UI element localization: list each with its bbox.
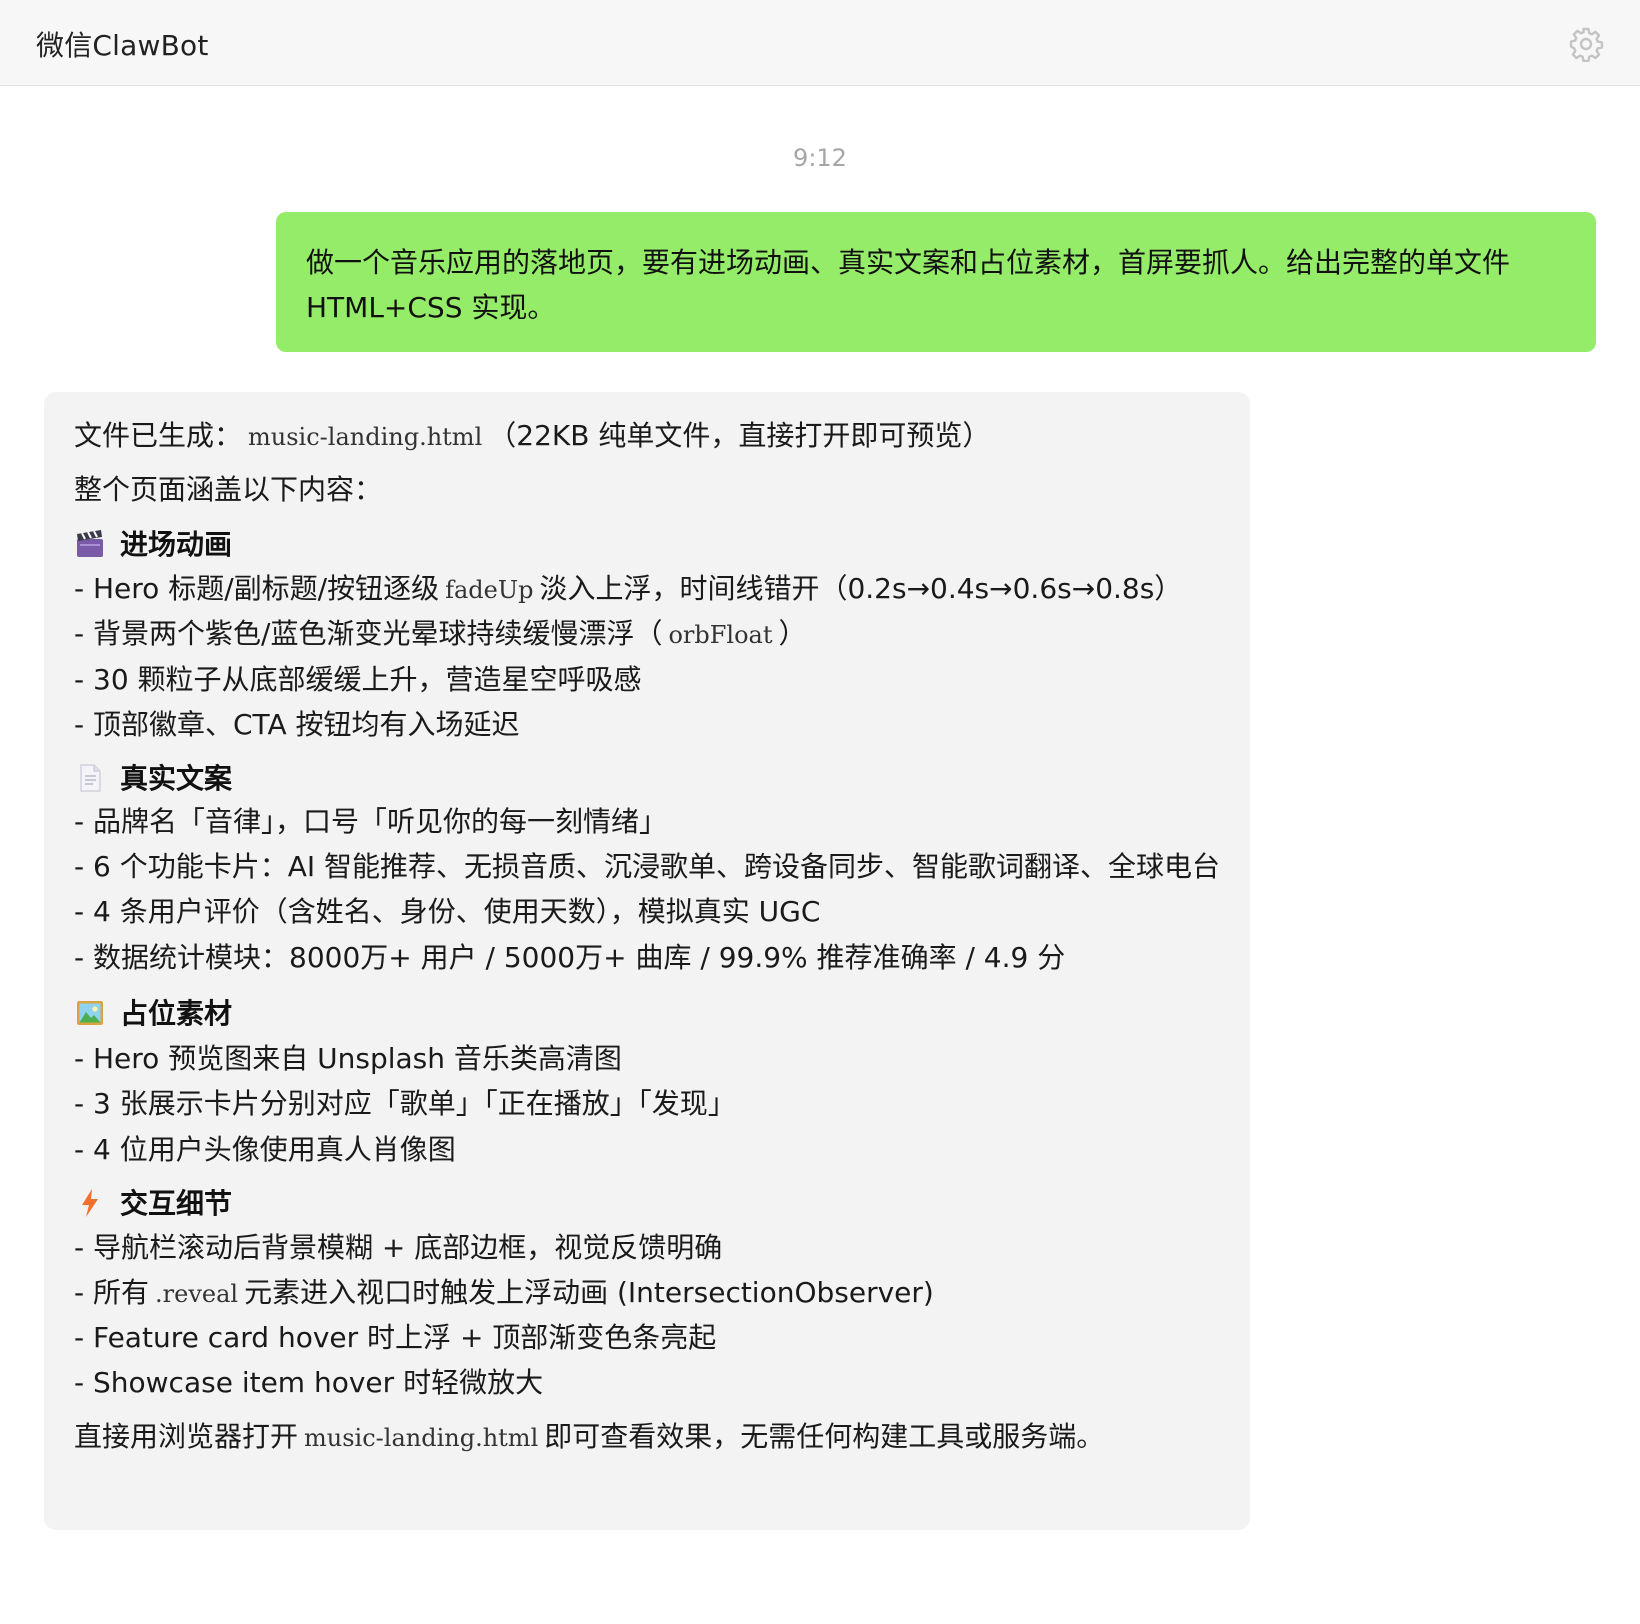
inline-code: fadeUp [445, 576, 534, 604]
user-message-line: 做一个音乐应用的落地页，要有进场动画、真实文案和占位素材，首屏要抓人。给出完整的… [306, 246, 1511, 279]
list-item: - Hero 标题/副标题/按钮逐级 fadeUp 淡入上浮，时间线错开（0.2s→… [74, 569, 1182, 610]
intro-text: （22KB 纯单文件，直接打开即可预览） [488, 419, 991, 452]
item-text: - 所有 [74, 1276, 150, 1309]
list-item: - Hero 预览图来自 Unsplash 音乐类高清图 [74, 1042, 622, 1075]
gear-icon[interactable] [1568, 26, 1604, 62]
user-message-bubble[interactable]: 做一个音乐应用的落地页，要有进场动画、真实文案和占位素材，首屏要抓人。给出完整的… [276, 212, 1596, 352]
list-item: - 6 个功能卡片：AI 智能推荐、无损音质、沉浸歌单、跨设备同步、智能歌词翻译… [74, 850, 1221, 883]
list-item: - 4 位用户头像使用真人肖像图 [74, 1133, 456, 1166]
closing-text: 直接用浏览器打开 [74, 1420, 299, 1453]
filename-code: music-landing.html [304, 1424, 539, 1452]
section-title: 交互细节 [120, 1187, 233, 1220]
list-item: - Showcase item hover 时轻微放大 [74, 1366, 544, 1399]
list-item: - 品牌名「音律」，口号「听见你的每一刻情绪」 [74, 805, 668, 838]
list-item: - 所有 .reveal 元素进入视口时触发上浮动画 (IntersectionOb… [74, 1273, 934, 1314]
list-item: - 30 颗粒子从底部缓缓上升，营造星空呼吸感 [74, 663, 642, 696]
item-text: ） [778, 617, 807, 650]
section-heading: 真实文案 [74, 759, 232, 799]
timestamp: 9:12 [793, 144, 847, 172]
inline-code: orbFloat [668, 621, 773, 649]
inline-code: .reveal [155, 1280, 239, 1308]
filename-code: music-landing.html [248, 423, 483, 451]
intro-text: 文件已生成： [74, 419, 243, 452]
section-title: 占位素材 [120, 997, 233, 1030]
list-item: - 导航栏滚动后背景模糊 + 底部边框，视觉反馈明确 [74, 1231, 723, 1264]
section-title: 进场动画 [120, 528, 233, 561]
list-item: - Feature card hover 时上浮 + 顶部渐变色条亮起 [74, 1321, 717, 1354]
item-text: 淡入上浮，时间线错开（0.2s→0.4s→0.6s→0.8s） [539, 572, 1183, 605]
section-heading: 占位素材 [74, 994, 232, 1034]
list-item: - 背景两个紫色/蓝色渐变光晕球持续缓慢漂浮（ orbFloat） [74, 614, 806, 655]
closing-line: 直接用浏览器打开 music-landing.html 即可查看效果，无需任何构建工… [74, 1417, 1104, 1458]
clapperboard-icon [77, 530, 103, 557]
item-text: - Hero 标题/副标题/按钮逐级 [74, 572, 440, 605]
picture-icon [77, 1001, 103, 1025]
top-bar: 微信ClawBot [0, 0, 1640, 86]
lightning-icon [82, 1189, 98, 1217]
section-heading: 交互细节 [74, 1184, 232, 1224]
closing-text: 即可查看效果，无需任何构建工具或服务端。 [544, 1420, 1105, 1453]
section-title: 真实文案 [120, 762, 233, 795]
list-item: - 3 张展示卡片分别对应「歌单」「正在播放」「发现」 [74, 1087, 736, 1120]
item-text: - 背景两个紫色/蓝色渐变光晕球持续缓慢漂浮（ [74, 617, 663, 650]
list-item: - 顶部徽章、CTA 按钮均有入场延迟 [74, 708, 520, 741]
bot-message-bubble[interactable]: 文件已生成： music-landing.html （22KB 纯单文件，直接打开即… [44, 392, 1250, 1530]
list-item: - 4 条用户评价（含姓名、身份、使用天数），模拟真实 UGC [74, 895, 821, 928]
list-item: - 数据统计模块：8000万+ 用户 / 5000万+ 曲库 / 99.9% 推… [74, 941, 1066, 974]
section-heading: 进场动画 [74, 525, 232, 565]
summary-line: 整个页面涵盖以下内容： [74, 473, 383, 506]
user-message-line: HTML+CSS 实现。 [306, 291, 556, 324]
intro-line: 文件已生成： music-landing.html （22KB 纯单文件，直接打开即… [74, 416, 990, 457]
item-text: 元素进入视口时触发上浮动画 (IntersectionObserver) [244, 1276, 934, 1309]
document-icon [80, 764, 101, 792]
chat-title: 微信ClawBot [36, 29, 209, 62]
